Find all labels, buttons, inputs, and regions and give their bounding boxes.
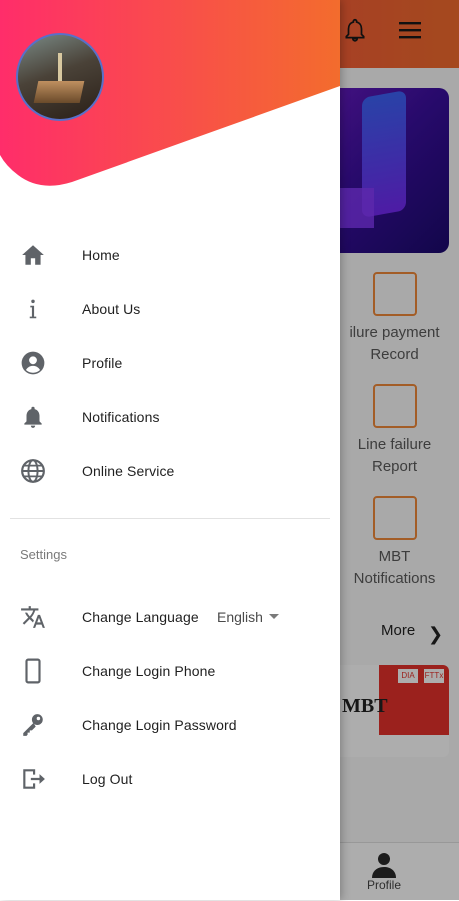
menu-item-log-out[interactable]: Log Out <box>0 752 340 806</box>
account-circle-icon <box>21 351 45 375</box>
menu-item-label: Change Login Phone <box>82 663 216 679</box>
settings-menu: Change Language English Change Login Pho… <box>0 590 340 806</box>
bell-icon <box>24 406 42 428</box>
menu-item-about-us[interactable]: About Us <box>0 282 340 336</box>
menu-item-label: Profile <box>82 355 123 371</box>
menu-item-label: Change Login Password <box>82 717 237 733</box>
menu-item-label: Home <box>82 247 120 263</box>
key-icon <box>23 714 43 736</box>
menu-item-online-service[interactable]: Online Service <box>0 444 340 498</box>
avatar[interactable] <box>16 33 104 121</box>
phone-icon <box>25 658 41 684</box>
caret-down-icon[interactable] <box>269 614 279 619</box>
menu-item-label: Change Language <box>82 609 199 625</box>
globe-icon <box>21 459 45 483</box>
menu-item-change-login-phone[interactable]: Change Login Phone <box>0 644 340 698</box>
menu-item-label: Log Out <box>82 771 133 787</box>
home-icon <box>22 245 44 265</box>
settings-section-title: Settings <box>20 547 67 562</box>
menu-item-notifications[interactable]: Notifications <box>0 390 340 444</box>
navigation-drawer: Home About Us Profile Notifications Onli… <box>0 0 340 900</box>
logout-icon <box>23 769 45 789</box>
menu-item-label: About Us <box>82 301 141 317</box>
menu-item-profile[interactable]: Profile <box>0 336 340 390</box>
menu-item-home[interactable]: Home <box>0 228 340 282</box>
menu-item-change-language[interactable]: Change Language English <box>0 590 340 644</box>
menu-item-change-login-password[interactable]: Change Login Password <box>0 698 340 752</box>
language-select-value[interactable]: English <box>217 609 263 625</box>
info-icon <box>29 299 37 319</box>
translate-icon <box>21 606 45 628</box>
drawer-menu: Home About Us Profile Notifications Onli… <box>0 228 340 498</box>
drawer-divider <box>10 518 330 519</box>
menu-item-label: Notifications <box>82 409 160 425</box>
menu-item-label: Online Service <box>82 463 175 479</box>
